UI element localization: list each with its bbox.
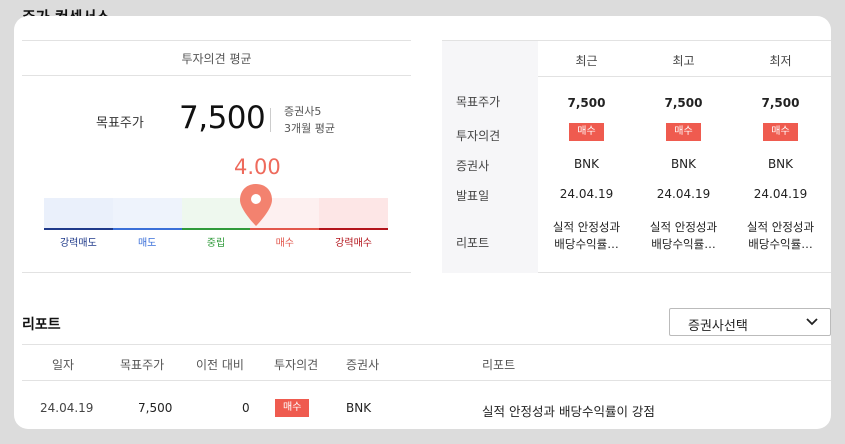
row-label-report: 리포트	[456, 236, 490, 250]
opinion-badge: 매수	[569, 123, 604, 141]
scale-label: 매도	[137, 238, 157, 249]
divider	[270, 108, 271, 132]
summary-report-link[interactable]: 실적 안정성과배당수익률…	[635, 219, 732, 253]
header-change: 이전 대비	[196, 358, 244, 372]
summary-broker: BNK	[573, 157, 600, 171]
summary-target-price: 7,500	[761, 96, 800, 110]
opinion-badge: 매수	[666, 123, 701, 141]
row-label-opinion: 투자의견	[456, 129, 501, 143]
reports-table-header: 일자 목표주가 이전 대비 투자의견 증권사 리포트	[22, 344, 831, 381]
score-marker-icon	[239, 184, 272, 226]
column-header-high: 최고	[672, 54, 695, 68]
row-label-broker: 증권사	[456, 159, 490, 173]
scale-line-segment	[250, 228, 320, 230]
summary-report-link[interactable]: 실적 안정성과배당수익률…	[538, 219, 635, 253]
scale-segment	[319, 198, 388, 228]
reports-title: 리포트	[22, 317, 61, 333]
row-label-target: 목표주가	[456, 95, 501, 109]
consensus-card: 투자의견 평균 목표주가 7,500 증권사5 3개월 평균 4.00 강력매도…	[14, 16, 831, 429]
summary-opinion: 매수	[732, 123, 829, 141]
header-broker: 증권사	[346, 358, 380, 372]
column-header-recent: 최근	[575, 54, 598, 68]
broker-select-dropdown[interactable]: 증권사선택	[669, 308, 831, 336]
summary-opinion: 매수	[538, 123, 635, 141]
opinion-score: 4.00	[234, 155, 281, 179]
summary-target-price: 7,500	[664, 96, 703, 110]
scale-line-segment	[319, 228, 388, 230]
summary-broker: BNK	[670, 157, 697, 171]
brokers-count: 증권사5	[284, 105, 322, 118]
row-report-link[interactable]: 실적 안정성과 배당수익률이 강점	[482, 401, 655, 420]
target-price-summary: 목표주가 7,500 증권사5 3개월 평균	[22, 100, 411, 140]
row-change: 0	[242, 401, 250, 415]
scale-label: 강력매도	[59, 238, 97, 249]
column-header-low: 최저	[769, 54, 792, 68]
scale-label: 매수	[275, 238, 294, 249]
header-date: 일자	[52, 358, 75, 372]
opinion-scale-labels: 강력매도 매도 중립 매수 강력매수	[44, 234, 388, 249]
header-opinion: 투자의견	[274, 358, 319, 372]
row-broker: BNK	[346, 401, 372, 415]
consensus-summary-table: 목표주가 투자의견 증권사 발표일 리포트 최근 최고 최저 7,500 매수 BN…	[442, 40, 831, 273]
scale-line-segment	[181, 228, 251, 230]
target-price-label: 목표주가	[96, 116, 144, 131]
scale-segment	[112, 198, 182, 228]
header-report: 리포트	[482, 358, 516, 372]
opinion-badge: 매수	[275, 399, 310, 417]
row-label-column: 목표주가 투자의견 증권사 발표일 리포트	[442, 41, 538, 273]
report-line: 배당수익률…	[554, 237, 619, 251]
row-label-date: 발표일	[456, 189, 490, 203]
opinion-scale	[44, 198, 388, 230]
opinion-average-header: 투자의견 평균	[22, 40, 411, 76]
broker-select-label: 증권사선택	[688, 319, 748, 334]
summary-opinion: 매수	[635, 123, 732, 141]
scale-line-segment	[112, 228, 182, 230]
report-line: 실적 안정성과	[649, 220, 718, 234]
summary-date: 24.04.19	[559, 187, 614, 201]
scale-label: 중립	[206, 238, 226, 249]
target-price-value: 7,500	[179, 100, 266, 136]
report-line: 배당수익률…	[651, 237, 716, 251]
summary-target-price: 7,500	[567, 96, 606, 110]
scale-line-segment	[44, 228, 113, 230]
summary-table-header: 최근 최고 최저	[538, 41, 831, 77]
scale-segment	[44, 198, 113, 228]
averaging-period: 3개월 평균	[284, 122, 335, 135]
summary-date: 24.04.19	[753, 187, 808, 201]
scale-label: 강력매수	[335, 238, 372, 249]
summary-date: 24.04.19	[656, 187, 711, 201]
row-target-price: 7,500	[138, 401, 173, 415]
row-opinion: 매수	[275, 399, 310, 417]
table-row[interactable]: 24.04.19 7,500 0 매수 BNK 실적 안정성과 배당수익률이 강…	[22, 381, 831, 429]
divider	[22, 272, 411, 273]
opinion-badge: 매수	[763, 123, 798, 141]
summary-report-link[interactable]: 실적 안정성과배당수익률…	[732, 219, 829, 253]
report-line: 실적 안정성과	[552, 220, 621, 234]
header-target-price: 목표주가	[120, 358, 165, 372]
chevron-down-icon	[806, 318, 818, 326]
row-date: 24.04.19	[40, 401, 94, 415]
opinion-average-panel: 투자의견 평균 목표주가 7,500 증권사5 3개월 평균 4.00 강력매도…	[22, 40, 411, 273]
report-line: 실적 안정성과	[746, 220, 815, 234]
summary-broker: BNK	[767, 157, 794, 171]
report-line: 배당수익률…	[748, 237, 813, 251]
